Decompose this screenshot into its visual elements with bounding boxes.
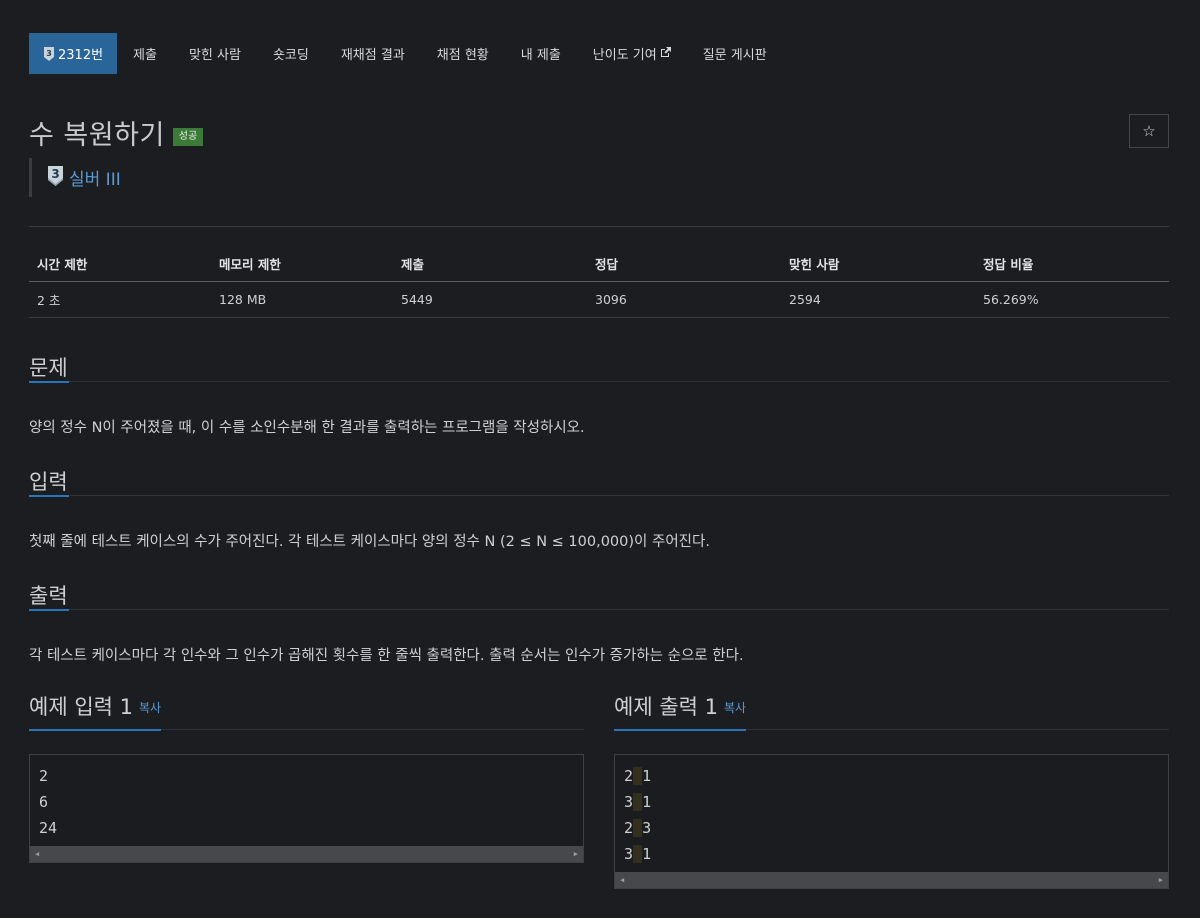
- value-memory-limit: 128 MB: [219, 292, 267, 307]
- nav-solvers[interactable]: 맞힌 사람: [173, 33, 257, 74]
- table-header-row: 시간 제한 메모리 제한 제출 정답 맞힌 사람 정답 비율: [29, 246, 1169, 282]
- sample-input-line: 2: [39, 767, 49, 785]
- scroll-left-icon[interactable]: ◀: [620, 876, 624, 884]
- sample-input-title-wrap: 예제 입력 1 복사: [29, 692, 162, 731]
- sample-output-title-wrap: 예제 출력 1 복사: [614, 692, 747, 731]
- copy-input-button[interactable]: 복사: [139, 701, 161, 715]
- nav-qna-board[interactable]: 질문 게시판: [687, 33, 783, 74]
- nav-short-coding[interactable]: 숏코딩: [257, 33, 325, 74]
- output-factor: 3: [624, 845, 634, 863]
- space-marker: [633, 845, 643, 863]
- sample-output-title: 예제 출력 1: [614, 695, 718, 719]
- output-count: 3: [642, 819, 652, 837]
- output-count: 1: [642, 845, 652, 863]
- sample-input-box: 2 6 24 ◀ ▶: [29, 754, 584, 863]
- problem-title-row: 수 복원하기 성공: [29, 113, 204, 152]
- sample-input-line: 6: [39, 793, 49, 811]
- value-time-limit: 2 초: [37, 293, 61, 308]
- output-factor: 2: [624, 767, 634, 785]
- input-heading: 입력: [29, 466, 69, 497]
- svg-text:3: 3: [51, 167, 59, 181]
- horizontal-scrollbar[interactable]: ◀ ▶: [615, 872, 1168, 888]
- header-memory-limit: 메모리 제한: [219, 257, 281, 272]
- problem-info-table: 시간 제한 메모리 제한 제출 정답 맞힌 사람 정답 비율 2 초 128 M…: [29, 246, 1169, 318]
- divider: [29, 226, 1169, 227]
- table-row: 2 초 128 MB 5449 3096 2594 56.269%: [29, 282, 1169, 318]
- header-submissions: 제출: [401, 257, 425, 272]
- output-count: 1: [642, 767, 652, 785]
- output-factor: 2: [624, 819, 634, 837]
- output-heading: 출력: [29, 580, 69, 611]
- space-marker: [633, 767, 643, 785]
- star-button[interactable]: ☆: [1129, 114, 1169, 148]
- input-description: 첫째 줄에 테스트 케이스의 수가 주어진다. 각 테스트 케이스마다 양의 정…: [29, 534, 710, 550]
- output-factor: 3: [624, 793, 634, 811]
- problem-number: 2312번: [58, 48, 104, 63]
- nav-judge-status[interactable]: 채점 현황: [421, 33, 505, 74]
- copy-output-button[interactable]: 복사: [724, 701, 746, 715]
- space-marker: [633, 819, 643, 837]
- header-accept-ratio: 정답 비율: [983, 257, 1034, 272]
- nav-rejudge-results[interactable]: 재채점 결과: [325, 33, 421, 74]
- silver-tier-icon: 3: [43, 46, 55, 61]
- sample-input-line: 24: [39, 819, 58, 837]
- output-section-header: 출력: [29, 580, 1169, 611]
- problem-description: 양의 정수 N이 주어졌을 때, 이 수를 소인수분해 한 결과를 출력하는 프…: [29, 420, 585, 436]
- nav-my-submissions[interactable]: 내 제출: [505, 33, 577, 74]
- sample-output-content: 2 1 3 1 2 3 3 1: [615, 755, 1168, 870]
- problem-nav: 3 2312번 제출 맞힌 사람 숏코딩 재채점 결과 채점 현황 내 제출 난…: [29, 33, 783, 74]
- sample-input-title: 예제 입력 1: [29, 695, 133, 719]
- sample-output-line: 2 1: [624, 766, 1159, 792]
- sample-output-box: 2 1 3 1 2 3 3 1 ◀ ▶: [614, 754, 1169, 889]
- space-marker: [633, 793, 643, 811]
- value-submissions: 5449: [401, 292, 433, 307]
- header-accepted: 정답: [595, 257, 619, 272]
- nav-difficulty-label: 난이도 기여: [592, 48, 657, 63]
- header-time-limit: 시간 제한: [37, 257, 88, 272]
- output-description: 각 테스트 케이스마다 각 인수와 그 인수가 곱해진 횟수를 한 줄씩 출력한…: [29, 648, 744, 664]
- sample-output-line: 2 3: [624, 818, 1159, 844]
- svg-text:3: 3: [46, 49, 52, 58]
- sample-output-line: 3 1: [624, 844, 1159, 870]
- problem-title: 수 복원하기: [29, 120, 165, 151]
- output-count: 1: [642, 793, 652, 811]
- scroll-left-icon[interactable]: ◀: [35, 850, 39, 858]
- sample-output-header: 예제 출력 1 복사: [614, 692, 1169, 731]
- tier-link[interactable]: 실버 III: [69, 165, 121, 190]
- star-icon: ☆: [1142, 122, 1156, 140]
- sample-input-header: 예제 입력 1 복사: [29, 692, 584, 731]
- scroll-right-icon[interactable]: ▶: [574, 850, 578, 858]
- status-badge: 성공: [172, 127, 204, 146]
- value-accepted: 3096: [595, 292, 627, 307]
- sample-input-content: 2 6 24: [30, 755, 583, 844]
- external-link-icon: [660, 46, 671, 61]
- input-section-header: 입력: [29, 466, 1169, 497]
- silver-tier-icon: 3: [47, 165, 64, 190]
- value-solvers: 2594: [789, 292, 821, 307]
- horizontal-scrollbar[interactable]: ◀ ▶: [30, 846, 583, 862]
- nav-problem-tab[interactable]: 3 2312번: [29, 33, 118, 74]
- problem-heading: 문제: [29, 352, 69, 383]
- scroll-right-icon[interactable]: ▶: [1159, 876, 1163, 884]
- sample-output-line: 3 1: [624, 792, 1159, 818]
- nav-difficulty-contribution[interactable]: 난이도 기여: [577, 33, 687, 74]
- problem-section-header: 문제: [29, 352, 1169, 383]
- value-accept-ratio: 56.269%: [983, 292, 1039, 307]
- tier-block: 3 실버 III: [29, 158, 121, 197]
- header-solvers: 맞힌 사람: [789, 257, 840, 272]
- nav-submit[interactable]: 제출: [117, 33, 173, 74]
